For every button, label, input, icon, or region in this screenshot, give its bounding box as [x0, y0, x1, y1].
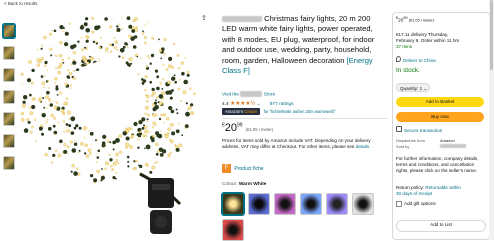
- thumbnail-column: [3, 24, 15, 178]
- choice-keyword-link[interactable]: for "lichterkette außen 20m warmweiß": [264, 109, 336, 114]
- buybox-price: €2099 (€1.05 / meter): [396, 15, 434, 24]
- seller-info-text: For further information, company details…: [396, 156, 479, 173]
- delivery-line-3: 37 mins: [396, 44, 413, 49]
- swatch-option[interactable]: [352, 193, 374, 215]
- visit-store-prefix: Visit the: [222, 92, 239, 98]
- price-per-unit: (€1.05 / meter): [245, 127, 274, 132]
- swatch-option[interactable]: [274, 193, 296, 215]
- vat-details-link[interactable]: details.: [356, 144, 371, 149]
- location-pin-icon: [396, 56, 401, 62]
- store-name-redacted: [240, 91, 263, 97]
- swatch-option[interactable]: [300, 193, 322, 215]
- visit-store-link[interactable]: Visit the Store: [222, 91, 275, 97]
- sold-by-label: Sold by: [396, 144, 410, 149]
- swatch-option[interactable]: [326, 193, 348, 215]
- amazons-choice-row: Amazon's Choice for "lichterkette außen …: [222, 108, 336, 115]
- return-policy: Return policy: Returnable within 30 days…: [396, 185, 486, 197]
- product-main-image[interactable]: [20, 14, 198, 238]
- thumbnail-image[interactable]: [3, 112, 15, 126]
- product-fiche-link[interactable]: F Product fiche: [222, 164, 264, 173]
- return-policy-label: Return policy:: [396, 185, 425, 190]
- gift-options-label: Add gift options: [404, 201, 436, 207]
- seller-name-redacted[interactable]: [440, 144, 466, 148]
- colour-label: Colour:: [222, 182, 238, 187]
- divider: [222, 118, 388, 119]
- dispatches-value: Amazon: [440, 138, 455, 143]
- energy-label-icon[interactable]: F: [222, 164, 231, 173]
- colour-swatches: [222, 193, 382, 241]
- colour-value: Warm White: [238, 182, 267, 187]
- return-policy-link-2[interactable]: 30 days of receipt: [396, 191, 486, 197]
- secure-transaction-label: Secure transaction: [404, 128, 443, 133]
- star-rating-icon[interactable]: ★★★★½: [230, 101, 255, 107]
- lock-icon: [396, 126, 402, 132]
- product-fiche-label: Product fiche: [234, 165, 264, 172]
- ratings-count-link[interactable]: 977 ratings: [270, 102, 294, 107]
- add-to-list-button[interactable]: Add to List: [396, 220, 486, 232]
- price-fraction: 99: [237, 122, 243, 129]
- price-whole: 20: [224, 122, 238, 134]
- return-policy-link[interactable]: Returnable within: [425, 185, 461, 190]
- sold-by-row: Sold by: [396, 144, 466, 149]
- scrollbar-thumb[interactable]: [490, 0, 493, 70]
- vat-note: Prices for items sold by Amazon include …: [222, 138, 388, 151]
- buybox-price-per-unit: (€1.05 / meter): [408, 18, 434, 23]
- colour-row: Colour: Warm White: [222, 182, 266, 187]
- vat-note-text: Prices for items sold by Amazon include …: [222, 138, 371, 150]
- share-icon[interactable]: ⇪: [201, 14, 207, 22]
- dispatches-label: Dispatches from: [396, 138, 425, 143]
- gift-options[interactable]: Add gift options: [396, 201, 436, 207]
- amazons-choice-badge: Amazon's Choice: [222, 108, 261, 115]
- rating-row: 4.4 ★★★★½ ⌄ 977 ratings: [222, 101, 294, 107]
- thumbnail-image[interactable]: [3, 46, 15, 60]
- scrollbar[interactable]: [489, 0, 494, 240]
- choice-badge-b: Choice: [244, 109, 258, 114]
- thumbnail-image[interactable]: [3, 68, 15, 82]
- thumbnail-image[interactable]: [3, 134, 15, 148]
- brand-redacted: [222, 16, 262, 22]
- thumbnail-image[interactable]: [3, 90, 15, 104]
- stock-status: In stock.: [396, 67, 420, 74]
- quantity-select[interactable]: Quantity: 1 ⌄: [396, 83, 430, 92]
- deliver-to-link[interactable]: Deliver to China: [396, 56, 436, 64]
- thumbnail-image[interactable]: [3, 156, 15, 170]
- quantity-value: Quantity: 1: [400, 86, 423, 91]
- back-to-results-link[interactable]: < Back to results: [4, 1, 37, 6]
- product-title: Christmas fairy lights, 20 m 200 LED war…: [222, 14, 386, 76]
- visit-store-suffix: Store: [263, 92, 276, 98]
- buy-now-button[interactable]: Buy now: [396, 112, 484, 122]
- product-price: €2099 (€1.05 / meter): [222, 122, 273, 134]
- swatch-warm-white[interactable]: [222, 193, 244, 215]
- gift-checkbox[interactable]: [396, 201, 402, 207]
- dispatches-row: Dispatches from Amazon: [396, 138, 455, 143]
- thumbnail-image[interactable]: [3, 24, 15, 38]
- deliver-to-label: Deliver to China: [403, 58, 436, 63]
- delivery-info: €17.11 delivery Thursday, February 9. Or…: [396, 32, 486, 50]
- add-to-basket-button[interactable]: Add to Basket: [396, 97, 484, 107]
- buybox-price-fraction: 99: [403, 16, 408, 20]
- swatch-option[interactable]: [248, 193, 270, 215]
- swatch-option[interactable]: [222, 219, 244, 241]
- choice-badge-a: Amazon's: [225, 109, 245, 114]
- rating-value: 4.4: [222, 102, 229, 107]
- secure-transaction-link[interactable]: Secure transaction: [396, 126, 442, 134]
